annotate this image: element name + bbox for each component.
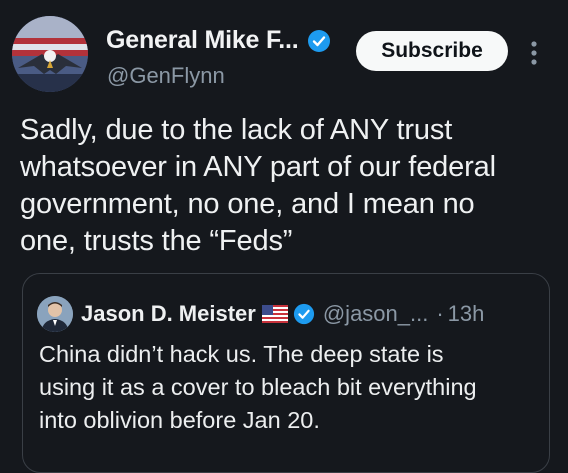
- quoted-tweet-timestamp[interactable]: 13h: [448, 301, 485, 327]
- us-flag-icon: [261, 305, 288, 323]
- quoted-text-line: using it as a cover to bleach bit everyt…: [39, 374, 477, 400]
- quoted-text-line: into oblivion before Jan 20.: [39, 407, 320, 433]
- author-avatar[interactable]: [12, 16, 88, 92]
- tweet-text-line: one, trusts the “Feds”: [20, 225, 293, 257]
- quoted-tweet-card[interactable]: Jason D. Meister @jason_... · 13h China …: [22, 273, 550, 473]
- author-display-name[interactable]: General Mike F...: [106, 26, 299, 55]
- more-vertical-icon[interactable]: [524, 38, 544, 68]
- quoted-tweet-text: China didn’t hack us. The deep state is …: [39, 338, 539, 437]
- verified-badge-icon: [307, 29, 330, 52]
- author-handle[interactable]: @GenFlynn: [107, 63, 225, 89]
- tweet: General Mike F... @GenFlynn Subscribe Sa…: [0, 0, 568, 473]
- tweet-text-line: Sadly, due to the lack of ANY trust: [20, 114, 453, 146]
- person-avatar-icon: [37, 296, 73, 332]
- quoted-text-line: China didn’t hack us. The deep state is: [39, 341, 444, 367]
- tweet-text-line: whatsoever in ANY part of our federal: [20, 151, 496, 183]
- eagle-flag-avatar-icon: [12, 16, 88, 92]
- subscribe-button[interactable]: Subscribe: [356, 31, 508, 71]
- quoted-author-handle[interactable]: @jason_...: [323, 301, 429, 327]
- tweet-text-line: government, no one, and I mean no: [20, 188, 475, 220]
- quoted-author-display-name[interactable]: Jason D. Meister: [81, 301, 256, 327]
- separator-dot: ·: [436, 301, 444, 326]
- verified-badge-icon: [293, 303, 314, 325]
- quoted-tweet-header: Jason D. Meister @jason_... · 13h: [37, 296, 484, 332]
- author-name-row: General Mike F...: [106, 26, 331, 55]
- tweet-text: Sadly, due to the lack of ANY trust what…: [20, 112, 560, 260]
- quoted-author-avatar[interactable]: [37, 296, 73, 332]
